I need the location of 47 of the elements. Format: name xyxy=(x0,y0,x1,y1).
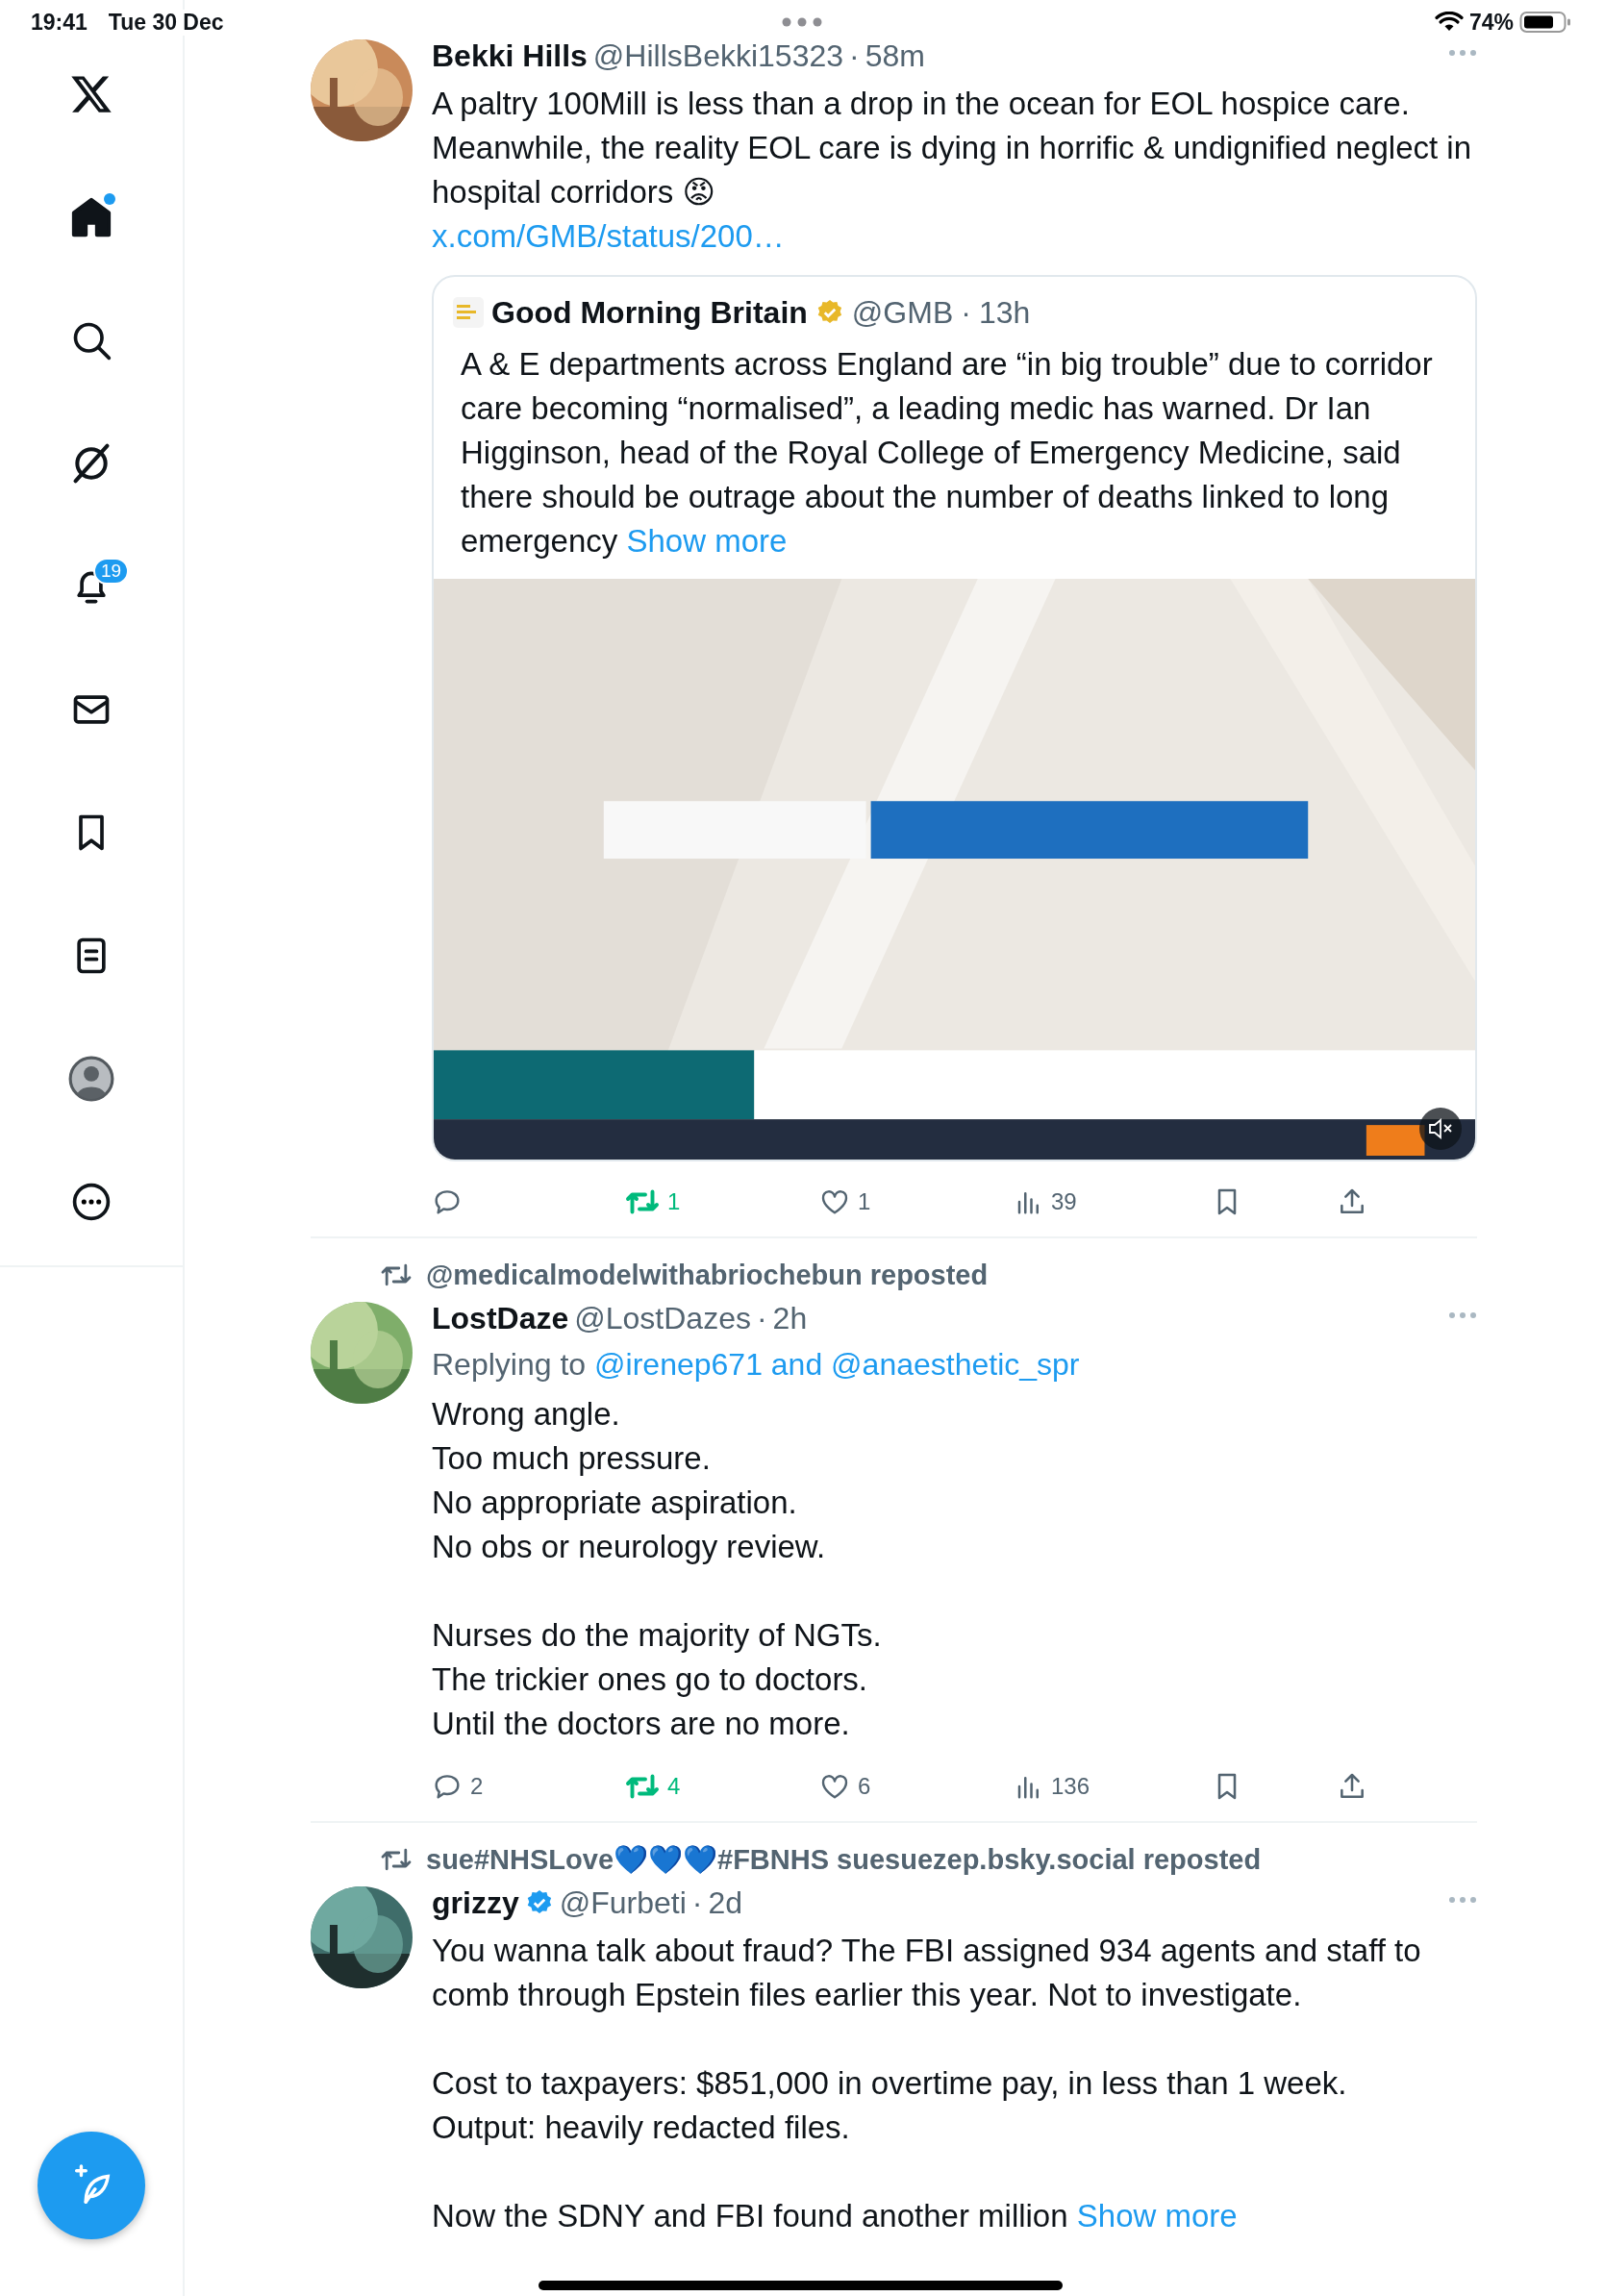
separator-dot: · xyxy=(961,294,971,331)
repost-label[interactable]: @medicalmodelwithabriochebun reposted xyxy=(426,1259,989,1291)
repost-icon xyxy=(380,1261,413,1288)
more-icon[interactable] xyxy=(70,1181,113,1223)
post-text: You wanna talk about fraud? The FBI assigned 934 agents and staff to comb through Epstein files earlier this year. Not to investigate. Cost to taxpayers: $851,000 in overtime pay, in less than 1 week. Output: heavily redacted files. Now the SDNY and FBI found another million Show more xyxy=(432,1932,1422,2235)
notification-badge: 19 xyxy=(93,558,130,585)
separator-dot: · xyxy=(849,37,860,74)
author-name[interactable]: Bekki Hills xyxy=(432,37,588,74)
channel-logo-icon xyxy=(453,297,484,328)
view-count: 39 xyxy=(1051,1188,1077,1215)
post-time[interactable]: 58m xyxy=(865,37,925,74)
repost-label[interactable]: sue#NHSLove💙💙💙#FBNHS suesuezep.bsky.social reposted xyxy=(426,1843,1262,1876)
like-count: 6 xyxy=(858,1773,871,1800)
status-time: 19:41 xyxy=(31,9,88,36)
post-time[interactable]: 2h xyxy=(772,1300,808,1336)
author-handle[interactable]: @LostDazes xyxy=(574,1300,751,1336)
battery-percentage: 74% xyxy=(1468,9,1514,36)
replying-label: Replying to xyxy=(432,1346,587,1383)
muted-speaker-icon[interactable] xyxy=(1419,1108,1462,1150)
author-name[interactable]: LostDaze xyxy=(432,1300,569,1336)
repost-count: 4 xyxy=(667,1773,681,1800)
quoted-author-name[interactable]: Good Morning Britain xyxy=(491,294,808,331)
quoted-author-handle[interactable]: @GMB xyxy=(851,294,954,331)
wifi-icon xyxy=(1434,12,1464,33)
compose-button[interactable] xyxy=(38,2132,145,2239)
post-text: Wrong angle. Too much pressure. No appropriate aspiration. No obs or neurology review. Nurses do the majority of NGTs. The trickier ones go to doctors. Until the doctors are no more. xyxy=(432,1395,883,1743)
slashed-circle-icon[interactable] xyxy=(70,442,113,485)
post-time[interactable]: 2d xyxy=(708,1884,742,1921)
author-name[interactable]: grizzy xyxy=(432,1884,519,1921)
quoted-post-card[interactable] xyxy=(432,275,1477,1161)
repost-icon xyxy=(380,1846,413,1873)
post-time: 13h xyxy=(978,294,1031,331)
reply-count: 2 xyxy=(470,1773,484,1800)
repost-count: 1 xyxy=(667,1188,681,1215)
separator-dot: · xyxy=(756,1300,767,1336)
like-count: 1 xyxy=(858,1188,871,1215)
separator-dot: · xyxy=(691,1884,703,1921)
status-date: Tue 30 Dec xyxy=(108,9,224,36)
post-text: A paltry 100Mill is less than a drop in the ocean for EOL hospice care. Meanwhile, the reality EOL care is dying in horrific & undignified neglect in hospital corridors 😡 xyxy=(432,85,1472,212)
profile-icon[interactable] xyxy=(67,1055,115,1103)
quoted-post-text: A & E departments across England are “in big trouble” due to corridor care becoming “normalised”, a leading medic has warned. Dr Ian Higginson, head of the Royal College of Emergency Medicine, said there should be outrage about the number of deaths linked to long emergency Show more xyxy=(460,345,1434,561)
author-handle[interactable]: @HillsBekki15323 xyxy=(592,37,843,74)
view-count: 136 xyxy=(1051,1773,1090,1800)
battery-icon xyxy=(1519,11,1571,34)
home-icon[interactable] xyxy=(69,195,113,239)
multitasking-dots-icon[interactable] xyxy=(782,17,822,27)
author-handle[interactable]: @Furbeti xyxy=(559,1884,687,1921)
